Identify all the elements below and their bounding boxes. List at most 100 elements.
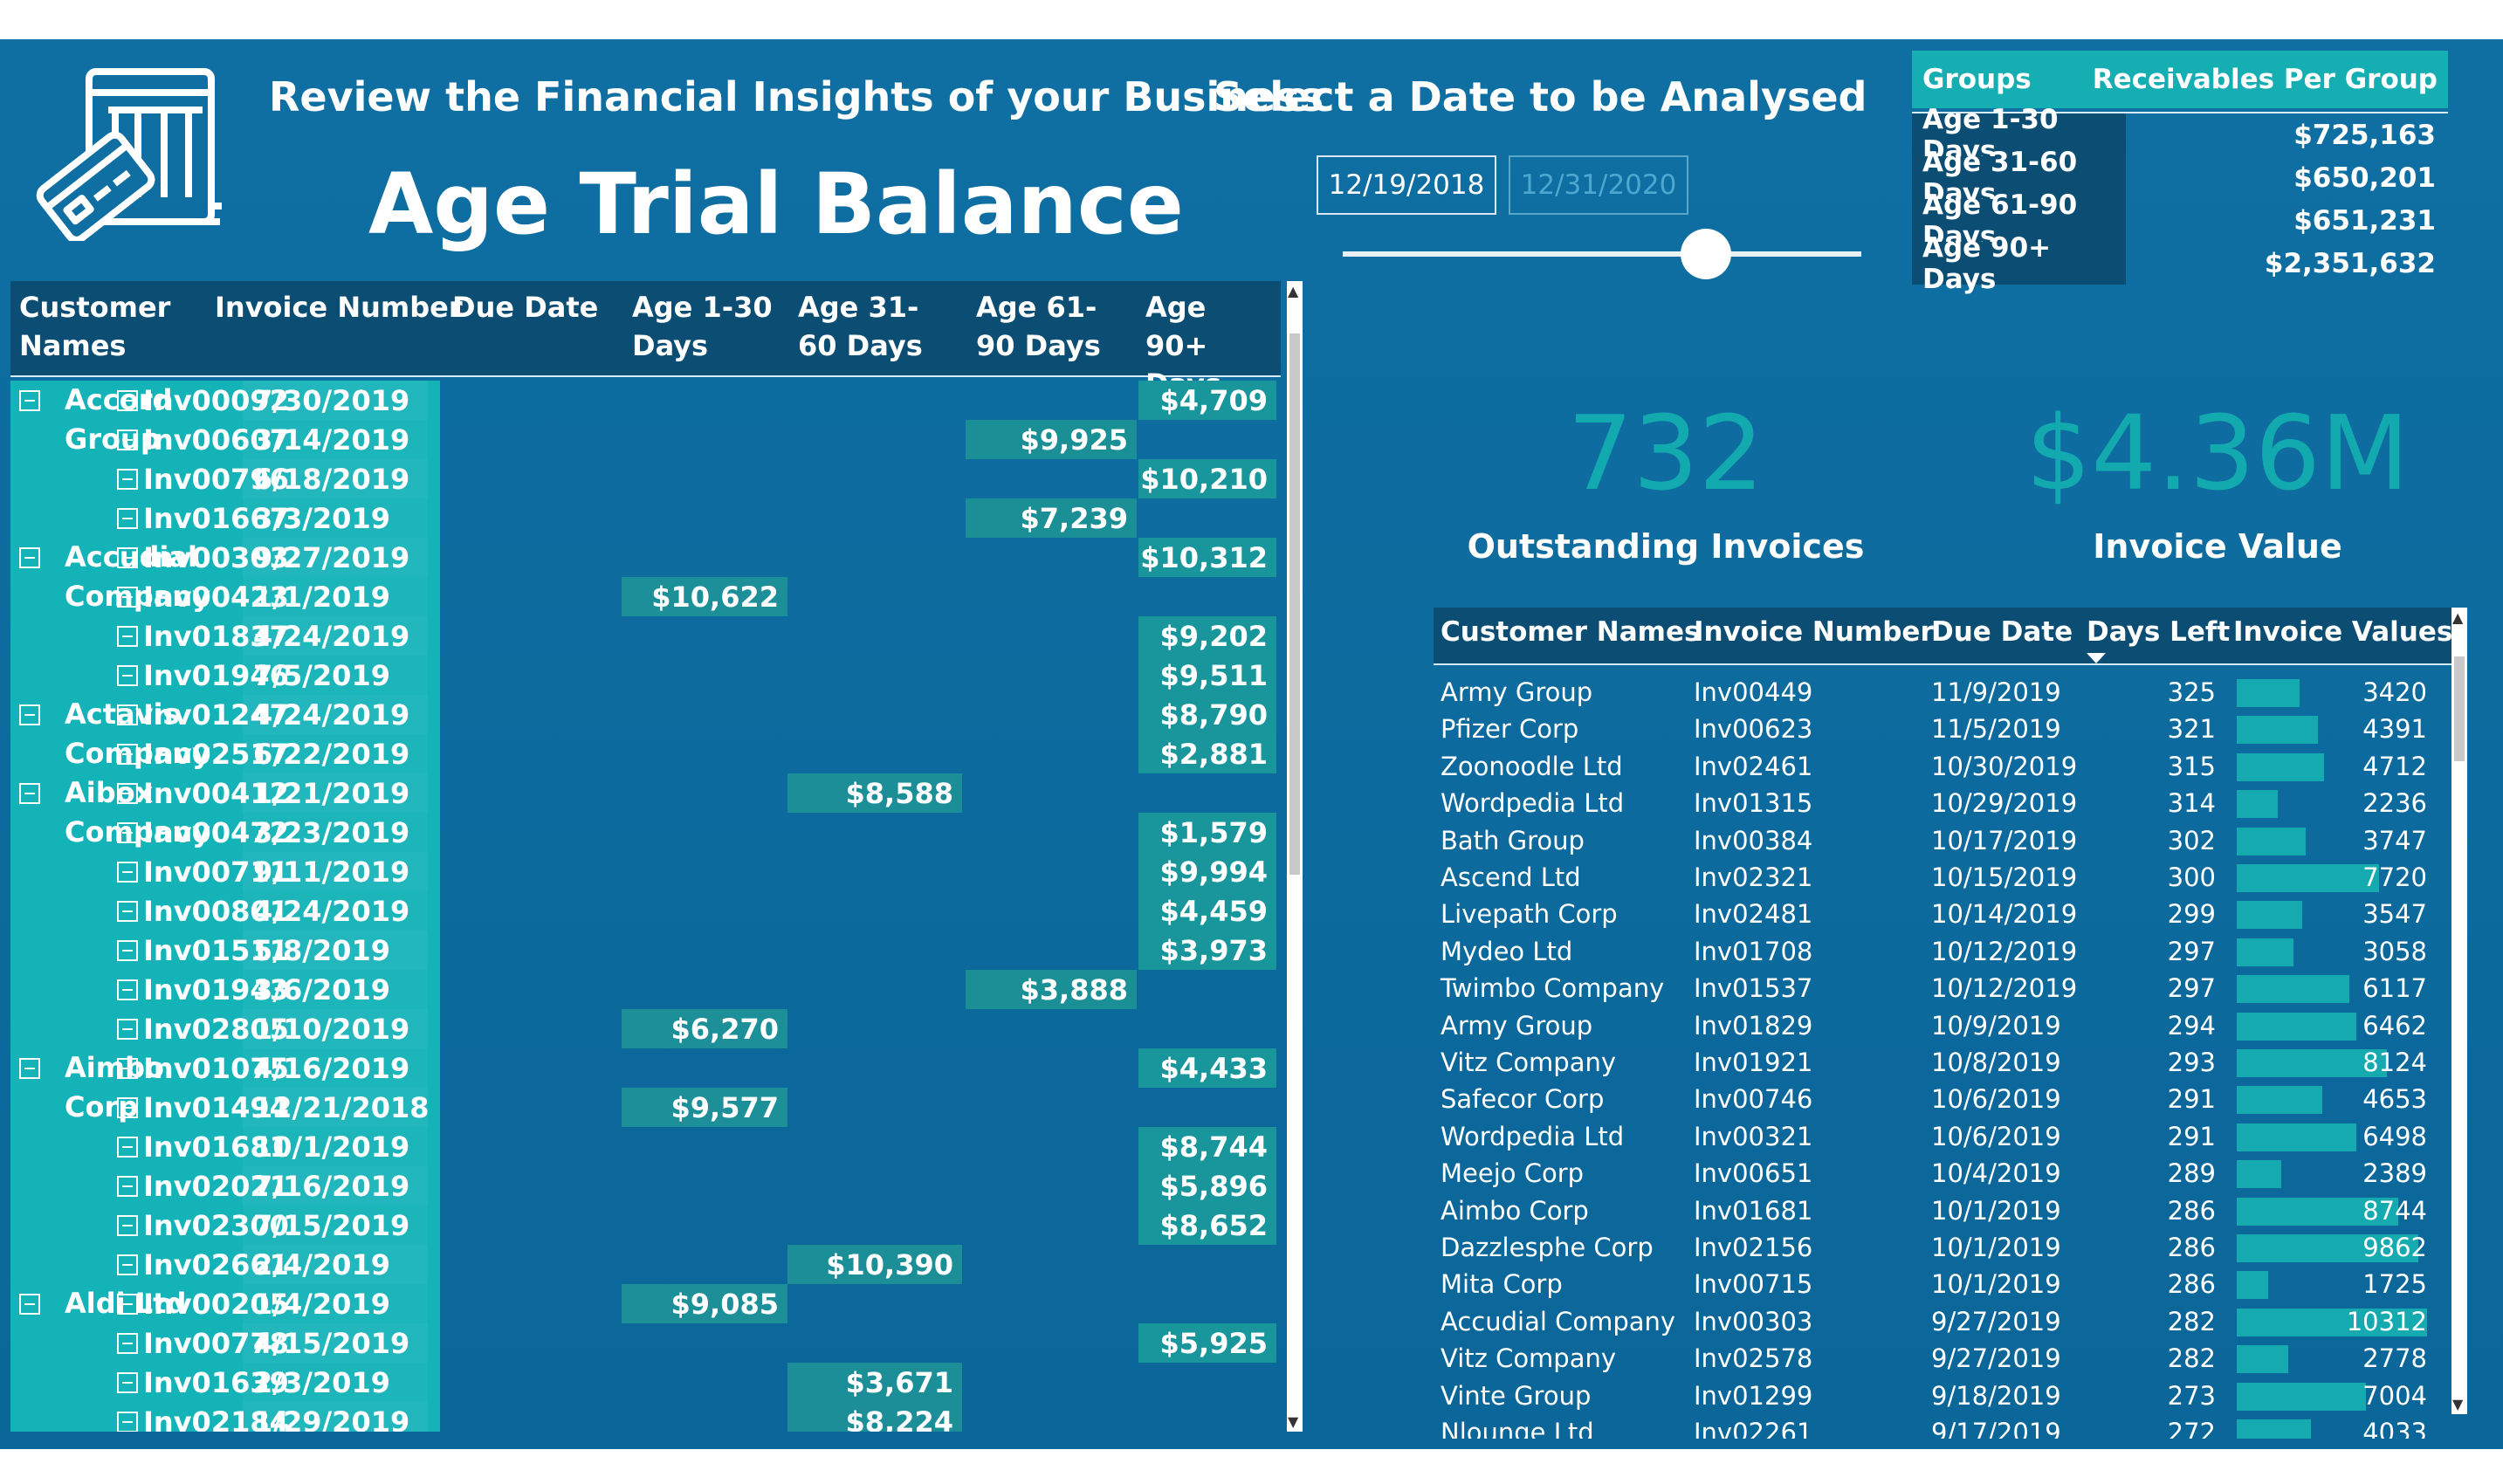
collapse-icon[interactable] [117, 940, 138, 961]
date-slider-handle[interactable] [1680, 229, 1731, 279]
matrix-header-age-1-30[interactable]: Age 1-30 Days [632, 288, 789, 365]
table-row[interactable]: Twimbo Company Inv01537 10/12/2019 297 6117 [1434, 970, 2455, 1007]
matrix-row[interactable]: Inv01667 3/3/2019 $7,239 [10, 498, 1281, 538]
receivables-column-header[interactable]: Receivables Per Group [2093, 64, 2438, 95]
matrix-row[interactable]: Inv00801 4/24/2019 $4,459 [10, 891, 1281, 931]
collapse-icon[interactable] [117, 469, 138, 490]
collapse-icon[interactable] [117, 508, 138, 529]
invoice-table-header-days-left[interactable]: Days Left [2087, 616, 2230, 648]
end-date-input[interactable]: 12/31/2020 [1509, 155, 1688, 215]
sort-desc-icon[interactable] [2087, 653, 2106, 663]
matrix-row[interactable]: Inv00778 4/15/2019 $5,925 [10, 1323, 1281, 1363]
matrix-row[interactable]: Inv01681 10/1/2019 $8,744 [10, 1127, 1281, 1166]
table-row[interactable]: Mydeo Ltd Inv01708 10/12/2019 297 3058 [1434, 933, 2455, 970]
group-row[interactable]: Age 90+ Days $2,351,632 [1912, 232, 2448, 295]
invoice-table-header-invoice-values[interactable]: Invoice Values [2233, 616, 2452, 648]
matrix-row[interactable]: Inv01943 3/6/2019 $3,888 [10, 970, 1281, 1009]
collapse-icon[interactable] [117, 822, 138, 843]
table-row[interactable]: Dazzlesphe Corp Inv02156 10/1/2019 286 9862 [1434, 1229, 2455, 1266]
invoice-table-header-invoice[interactable]: Invoice Number [1694, 616, 1934, 648]
invoice-table-scrollbar[interactable]: ▲ ▼ [2451, 608, 2467, 1414]
collapse-icon[interactable] [117, 704, 138, 725]
table-row[interactable]: Zoonoodle Ltd Inv02461 10/30/2019 315 4712 [1434, 748, 2455, 785]
collapse-icon[interactable] [117, 665, 138, 686]
collapse-icon[interactable] [117, 744, 138, 765]
start-date-input[interactable]: 12/19/2018 [1317, 155, 1496, 215]
matrix-row[interactable]: Inv00711 9/11/2019 $9,994 [10, 852, 1281, 891]
table-row[interactable]: Livepath Corp Inv02481 10/14/2019 299 3547 [1434, 896, 2455, 932]
collapse-icon[interactable] [117, 1019, 138, 1040]
collapse-icon[interactable] [117, 587, 138, 608]
matrix-row[interactable]: Inv00092 7/30/2019 $4,709 [10, 381, 1281, 420]
matrix-row[interactable]: Inv02021 7/16/2019 $5,896 [10, 1166, 1281, 1206]
table-row[interactable]: Aimbo Corp Inv01681 10/1/2019 286 8744 [1434, 1192, 2455, 1229]
matrix-row[interactable]: Inv01946 7/5/2019 $9,511 [10, 656, 1281, 695]
collapse-icon[interactable] [117, 390, 138, 411]
collapse-icon[interactable] [117, 783, 138, 804]
table-row[interactable]: Army Group Inv00449 11/9/2019 325 3420 [1434, 674, 2455, 711]
invoice-table-scroll-thumb[interactable] [2454, 656, 2465, 761]
matrix-row[interactable]: Inv02300 7/15/2019 $8,652 [10, 1206, 1281, 1245]
matrix-row[interactable]: Inv02517 6/22/2019 $2,881 [10, 734, 1281, 773]
collapse-icon[interactable] [117, 1333, 138, 1354]
collapse-icon[interactable] [117, 1372, 138, 1393]
collapse-icon[interactable] [117, 1254, 138, 1275]
scroll-down-icon[interactable]: ▼ [2452, 1396, 2463, 1412]
matrix-row[interactable]: Inv00303 9/27/2019 $10,312 [10, 538, 1281, 577]
matrix-header-age-61-90[interactable]: Age 61-90 Days [976, 288, 1133, 365]
collapse-icon[interactable] [117, 429, 138, 450]
collapse-icon[interactable] [117, 1294, 138, 1315]
matrix-row[interactable]: Inv01837 4/24/2019 $9,202 [10, 616, 1281, 656]
collapse-icon[interactable] [117, 1097, 138, 1118]
table-row[interactable]: Wordpedia Ltd Inv01315 10/29/2019 314 2236 [1434, 785, 2455, 821]
collapse-icon[interactable] [117, 1176, 138, 1197]
date-slider-track[interactable] [1343, 251, 1861, 257]
matrix-row[interactable]: Inv02184 1/29/2019 $8,224 [10, 1402, 1281, 1432]
matrix-row[interactable]: Inv01511 5/8/2019 $3,973 [10, 931, 1281, 970]
matrix-row[interactable]: Inv02805 1/10/2019 $6,270 [10, 1009, 1281, 1048]
table-row[interactable]: Wordpedia Ltd Inv00321 10/6/2019 291 6498 [1434, 1118, 2455, 1155]
collapse-icon[interactable] [117, 979, 138, 1000]
table-row[interactable]: Army Group Inv01829 10/9/2019 294 6462 [1434, 1007, 2455, 1044]
table-row[interactable]: Vitz Company Inv01921 10/8/2019 293 8124 [1434, 1044, 2455, 1081]
matrix-header-invoice[interactable]: Invoice Number [215, 288, 463, 326]
table-row[interactable]: Ascend Ltd Inv02321 10/15/2019 300 7720 [1434, 859, 2455, 896]
matrix-row[interactable]: Inv00472 3/23/2019 $1,579 [10, 813, 1281, 852]
matrix-row[interactable]: Inv01494 12/21/2018 $9,577 [10, 1088, 1281, 1127]
table-row[interactable]: Vinte Group Inv01299 9/18/2019 273 7004 [1434, 1378, 2455, 1414]
scroll-up-icon[interactable]: ▲ [1288, 283, 1298, 299]
matrix-row[interactable]: Inv01075 4/16/2019 $4,433 [10, 1048, 1281, 1088]
matrix-row[interactable]: Inv00607 3/14/2019 $9,925 [10, 420, 1281, 459]
collapse-icon[interactable] [117, 547, 138, 568]
matrix-scroll-thumb[interactable] [1289, 333, 1300, 875]
matrix-header-age-31-60[interactable]: Age 31-60 Days [798, 288, 955, 365]
matrix-row[interactable]: Inv02661 2/4/2019 $10,390 [10, 1245, 1281, 1284]
table-row[interactable]: Vitz Company Inv02578 9/27/2019 282 2778 [1434, 1340, 2455, 1377]
matrix-row[interactable]: Inv00796 6/18/2019 $10,210 [10, 459, 1281, 498]
table-row[interactable]: Safecor Corp Inv00746 10/6/2019 291 4653 [1434, 1081, 2455, 1117]
table-row[interactable]: Accudial Company Inv00303 9/27/2019 282 1031… [1434, 1303, 2455, 1340]
scroll-down-icon[interactable]: ▼ [1288, 1413, 1298, 1430]
collapse-icon[interactable] [117, 1215, 138, 1236]
matrix-scrollbar[interactable]: ▲ ▼ [1287, 281, 1303, 1432]
matrix-row[interactable]: Inv00412 1/21/2019 $8,588 [10, 773, 1281, 813]
invoice-table-header-due-date[interactable]: Due Date [1931, 616, 2073, 648]
table-row[interactable]: Mita Corp Inv00715 10/1/2019 286 1725 [1434, 1266, 2455, 1302]
collapse-icon[interactable] [117, 1058, 138, 1079]
table-row[interactable]: Bath Group Inv00384 10/17/2019 302 3747 [1434, 822, 2455, 859]
scroll-up-icon[interactable]: ▲ [2452, 609, 2463, 626]
matrix-row[interactable]: Inv00423 1/1/2019 $10,622 [10, 577, 1281, 616]
table-row[interactable]: Meejo Corp Inv00651 10/4/2019 289 2389 [1434, 1155, 2455, 1192]
matrix-row[interactable]: Inv01247 4/24/2019 $8,790 [10, 695, 1281, 734]
collapse-icon[interactable] [117, 626, 138, 647]
matrix-header-due-date[interactable]: Due Date [452, 288, 627, 326]
collapse-icon[interactable] [117, 901, 138, 922]
table-row[interactable]: Pfizer Corp Inv00623 11/5/2019 321 4391 [1434, 711, 2455, 747]
collapse-icon[interactable] [117, 1412, 138, 1432]
collapse-icon[interactable] [117, 1137, 138, 1158]
table-row[interactable]: Nlounge Ltd Inv02261 9/17/2019 272 4033 [1434, 1414, 2455, 1439]
invoice-table-header-customer[interactable]: Customer Names [1441, 616, 1700, 648]
matrix-row[interactable]: Inv00205 1/4/2019 $9,085 [10, 1284, 1281, 1323]
groups-column-header[interactable]: Groups [1922, 64, 2032, 95]
collapse-icon[interactable] [117, 862, 138, 883]
